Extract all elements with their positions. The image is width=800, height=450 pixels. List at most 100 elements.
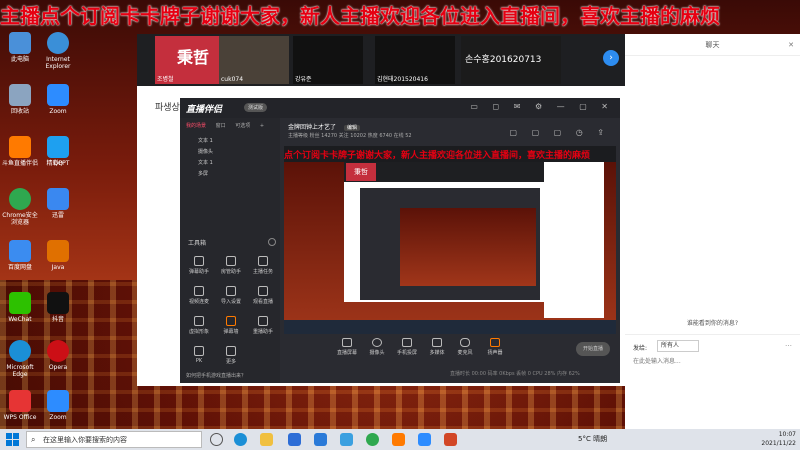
- telegram-icon[interactable]: [340, 433, 353, 446]
- camera-button[interactable]: 摄像头: [364, 338, 390, 356]
- scene-item[interactable]: 文本 1: [184, 136, 278, 147]
- participant-tile-3[interactable]: 강유준: [293, 36, 363, 84]
- participant-tile-4[interactable]: 김현태201520416: [375, 36, 455, 84]
- tool-more[interactable]: 更多: [216, 346, 246, 365]
- windows-taskbar: ⌕ 在这里输入你要搜索的内容 5°C 晴朗 10:07 2021/11/22: [0, 429, 800, 450]
- phone-icon: [402, 338, 412, 347]
- download-icon: [226, 286, 236, 296]
- recycle-bin-icon: [9, 84, 31, 106]
- desktop-icon-this-pc[interactable]: 此电脑: [0, 32, 40, 63]
- add-scene-button[interactable]: +: [260, 123, 264, 129]
- scene-item[interactable]: 多屏: [184, 169, 278, 180]
- preview-app: [360, 188, 540, 300]
- desktop-icon-tiktok[interactable]: 抖音: [38, 292, 78, 323]
- app-titlebar: 直播伴侣 测试版 ▭ ◻ ✉ ⚙ — ▢ ✕: [180, 98, 620, 118]
- windows-logo-icon: [6, 440, 12, 446]
- desktop-icon-edge[interactable]: Microsoft Edge: [0, 340, 40, 378]
- tool-pk[interactable]: PK: [184, 346, 214, 364]
- camera-icon: [372, 338, 382, 347]
- desktop-icon-chrome[interactable]: Chrome安全浏览器: [0, 188, 40, 226]
- system-clock[interactable]: 10:07 2021/11/22: [761, 430, 796, 448]
- scene-list: 文本 1 摄像头 文本 1 多屏: [184, 136, 278, 180]
- screen-capture-button[interactable]: 直播屏幕: [334, 338, 360, 356]
- start-live-button[interactable]: 开始直播: [576, 342, 610, 356]
- file-explorer-icon[interactable]: [260, 433, 273, 446]
- powerpoint-taskbar-icon[interactable]: [444, 433, 457, 446]
- speaker-button[interactable]: 扬声器: [482, 338, 508, 356]
- desktop-icon-opera[interactable]: Opera: [38, 340, 78, 371]
- clock-date: 2021/11/22: [761, 440, 796, 447]
- douyu-taskbar-icon[interactable]: [392, 433, 405, 446]
- computer-icon: [9, 32, 31, 54]
- mail-icon[interactable]: [314, 433, 327, 446]
- wechat-icon: [9, 292, 31, 314]
- tab-options[interactable]: 可选项: [235, 123, 250, 129]
- edge-taskbar-icon[interactable]: [234, 433, 247, 446]
- preview-chat: [544, 162, 604, 318]
- recipient-select[interactable]: 所有人: [657, 340, 699, 352]
- tool-avatar[interactable]: 虚拟形象: [184, 316, 214, 335]
- preview-marquee: 点个订阅卡卡牌子谢谢大家，新人主播欢迎各位进入直播间，喜欢主播的麻烦: [284, 151, 591, 161]
- chat-header: 聊天 ✕: [625, 34, 800, 56]
- toolbox-settings-icon[interactable]: [268, 238, 276, 246]
- close-icon[interactable]: ✕: [788, 34, 794, 56]
- scene-item[interactable]: 文本 1: [184, 158, 278, 169]
- tool-tasks[interactable]: 主播任务: [248, 256, 278, 275]
- scene-item[interactable]: 摄像头: [184, 147, 278, 158]
- start-button[interactable]: [6, 433, 19, 446]
- room-stats: 主播等级 粉丝 14270 关注 10202 热度 6740 在线 52: [288, 133, 412, 139]
- tool-watch[interactable]: 观看直播: [248, 286, 278, 305]
- desktop-icon-recycle-bin[interactable]: 回收站: [0, 84, 40, 115]
- participant-tile-5[interactable]: 손수홍201620713: [461, 36, 561, 84]
- tool-video-link[interactable]: 视频连麦: [184, 286, 214, 305]
- store-icon[interactable]: [288, 433, 301, 446]
- desktop-icon-ppt[interactable]: 精彩PPT: [38, 160, 78, 167]
- desktop-icon-ie[interactable]: Internet Explorer: [38, 32, 78, 70]
- desktop-icon-java[interactable]: Java: [38, 240, 78, 271]
- desktop-icon-xunlei[interactable]: 迅雷: [38, 188, 78, 219]
- document-title: 파생상: [155, 103, 180, 113]
- desktop-icon-wechat[interactable]: WeChat: [0, 292, 40, 323]
- window-controls[interactable]: ▭ ◻ ✉ ⚙ — ▢ ✕: [470, 102, 614, 111]
- chat-message-input[interactable]: [633, 355, 793, 367]
- desktop-icon-zoom[interactable]: Zoom: [38, 84, 78, 115]
- more-icon[interactable]: …: [785, 340, 792, 348]
- stream-preview[interactable]: 点个订阅卡卡牌子谢谢大家，新人主播欢迎各位进入直播间，喜欢主播的麻烦 秉哲: [284, 146, 616, 334]
- zoom-taskbar-icon[interactable]: [418, 433, 431, 446]
- taskbar-search[interactable]: ⌕ 在这里输入你要搜索的内容: [26, 431, 202, 448]
- task-view-icon[interactable]: [210, 433, 223, 446]
- baidu-netdisk-icon: [9, 240, 31, 262]
- desktop-icon-wps[interactable]: WPS Office: [0, 390, 40, 421]
- desktop-icon-douyu[interactable]: 斗鱼直播伴侣: [0, 136, 40, 167]
- opera-icon: [47, 340, 69, 362]
- admin-icon: [226, 256, 236, 266]
- preview-taskbar: [284, 320, 616, 334]
- search-placeholder: 在这里输入你要搜索的内容: [43, 436, 127, 444]
- chat-visibility-tip[interactable]: 谁能看到你的消息?: [625, 318, 800, 327]
- chrome-taskbar-icon[interactable]: [366, 433, 379, 446]
- edit-title-button[interactable]: 编辑: [343, 125, 360, 131]
- next-page-button[interactable]: ›: [603, 50, 619, 66]
- windows-logo-icon: [6, 433, 12, 439]
- tool-replay[interactable]: 重播助手: [248, 316, 278, 335]
- tool-room-admin[interactable]: 房管助手: [216, 256, 246, 275]
- participant-tile-1[interactable]: 秉哲 조병철: [155, 36, 225, 84]
- preview-toolbar[interactable]: ▢ ▢ ▢ ◷ ⇪: [509, 128, 610, 137]
- desktop-icon-baidu[interactable]: 百度网盘: [0, 240, 40, 271]
- app-logo: 直播伴侣: [186, 105, 223, 115]
- participant-tile-2[interactable]: cuk074: [219, 36, 289, 84]
- phone-cast-button[interactable]: 手机投屏: [394, 338, 420, 356]
- weather-widget[interactable]: 5°C 晴朗: [578, 434, 607, 444]
- chat-icon: [194, 256, 204, 266]
- tab-my-scenes[interactable]: 我的场景: [186, 123, 206, 129]
- tool-import[interactable]: 导入设置: [216, 286, 246, 305]
- scene-tabs: 我的场景 窗口 可选项 +: [186, 122, 272, 129]
- tool-danmu-wall[interactable]: 弹幕墙: [216, 316, 246, 335]
- microphone-button[interactable]: 麦克风: [452, 338, 478, 356]
- tab-window[interactable]: 窗口: [216, 123, 226, 129]
- media-button[interactable]: 多媒体: [424, 338, 450, 356]
- help-tip-link[interactable]: 如何把手机游戏直播出来？: [186, 372, 246, 379]
- desktop-icon-zoom-2[interactable]: Zoom: [38, 390, 78, 421]
- wps-icon: [9, 390, 31, 412]
- tool-danmu[interactable]: 弹幕助手: [184, 256, 214, 275]
